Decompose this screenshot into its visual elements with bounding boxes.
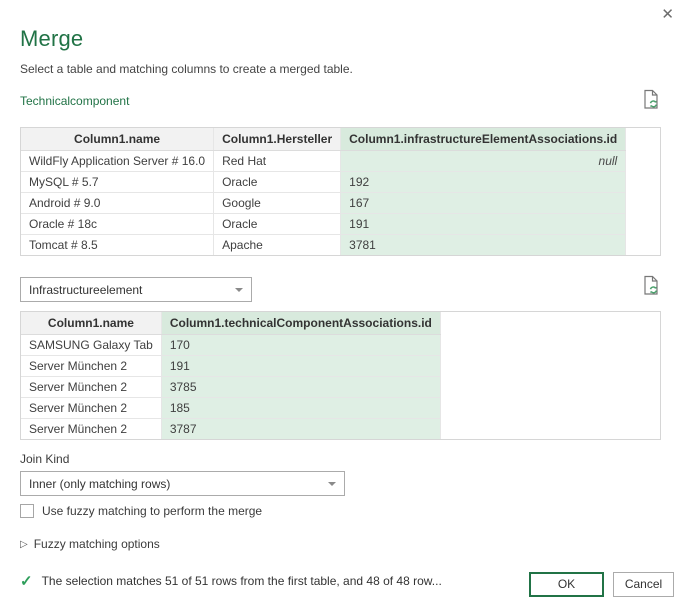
cell[interactable]: Server München 2 — [21, 376, 161, 397]
chevron-down-icon — [328, 482, 336, 486]
selection-status: ✓ The selection matches 51 of 51 rows fr… — [20, 572, 442, 590]
cell[interactable]: 185 — [161, 397, 440, 418]
cell[interactable]: 191 — [341, 213, 626, 234]
fuzzy-matching-row: Use fuzzy matching to perform the merge — [20, 504, 262, 518]
second-table-selector[interactable]: Infrastructureelement — [20, 277, 252, 302]
fuzzy-matching-checkbox-label: Use fuzzy matching to perform the merge — [42, 504, 262, 518]
second-preview-table: Column1.nameColumn1.technicalComponentAs… — [21, 312, 441, 440]
join-kind-select[interactable]: Inner (only matching rows) — [20, 471, 345, 496]
column-header[interactable]: Column1.infrastructureElementAssociation… — [341, 128, 626, 150]
cell[interactable]: Android # 9.0 — [21, 192, 214, 213]
status-text: The selection matches 51 of 51 rows from… — [42, 574, 442, 588]
cell[interactable]: 191 — [161, 355, 440, 376]
fuzzy-options-expander-label: Fuzzy matching options — [34, 537, 160, 551]
cell[interactable]: 3781 — [341, 234, 626, 255]
cell[interactable]: 3787 — [161, 418, 440, 439]
fuzzy-matching-checkbox[interactable] — [20, 504, 34, 518]
table-row: Server München 23787 — [21, 418, 440, 439]
cell[interactable]: Apache — [214, 234, 341, 255]
fuzzy-options-expander[interactable]: ▷ Fuzzy matching options — [20, 537, 160, 551]
table-row: Android # 9.0Google167 — [21, 192, 626, 213]
second-table-grid: Column1.nameColumn1.technicalComponentAs… — [20, 311, 661, 440]
cell[interactable]: MySQL # 5.7 — [21, 171, 214, 192]
expander-triangle-icon: ▷ — [20, 539, 28, 550]
table-row: Tomcat # 8.5Apache3781 — [21, 234, 626, 255]
cell[interactable]: Oracle — [214, 171, 341, 192]
column-header[interactable]: Column1.name — [21, 128, 214, 150]
join-kind-value: Inner (only matching rows) — [29, 477, 170, 491]
table-row: WildFly Application Server # 16.0Red Hat… — [21, 150, 626, 171]
cell[interactable]: null — [341, 150, 626, 171]
table-row: Server München 23785 — [21, 376, 440, 397]
cell[interactable]: WildFly Application Server # 16.0 — [21, 150, 214, 171]
dialog-subtitle: Select a table and matching columns to c… — [20, 62, 353, 76]
table-header-row: Column1.nameColumn1.HerstellerColumn1.in… — [21, 128, 626, 150]
table-row: Server München 2191 — [21, 355, 440, 376]
column-header[interactable]: Column1.technicalComponentAssociations.i… — [161, 312, 440, 334]
cell[interactable]: Tomcat # 8.5 — [21, 234, 214, 255]
cell[interactable]: Google — [214, 192, 341, 213]
ok-button[interactable]: OK — [529, 572, 604, 597]
cell[interactable]: Oracle # 18c — [21, 213, 214, 234]
table-row: Server München 2185 — [21, 397, 440, 418]
table-row: Oracle # 18cOracle191 — [21, 213, 626, 234]
second-table-selector-value: Infrastructureelement — [29, 283, 142, 297]
checkmark-icon: ✓ — [20, 572, 33, 590]
cell[interactable]: 3785 — [161, 376, 440, 397]
merge-dialog: ✕ Merge Select a table and matching colu… — [0, 0, 688, 615]
cell[interactable]: Oracle — [214, 213, 341, 234]
close-icon[interactable]: ✕ — [657, 4, 678, 26]
cell[interactable]: 170 — [161, 334, 440, 355]
cell[interactable]: 192 — [341, 171, 626, 192]
column-header[interactable]: Column1.name — [21, 312, 161, 334]
first-preview-table: Column1.nameColumn1.HerstellerColumn1.in… — [21, 128, 626, 256]
cell[interactable]: Server München 2 — [21, 397, 161, 418]
column-header[interactable]: Column1.Hersteller — [214, 128, 341, 150]
first-table-name-label: Technicalcomponent — [20, 94, 129, 108]
join-kind-label: Join Kind — [20, 452, 69, 466]
page-title: Merge — [20, 26, 83, 52]
cancel-button[interactable]: Cancel — [613, 572, 674, 597]
refresh-preview-icon[interactable] — [643, 89, 660, 110]
table-header-row: Column1.nameColumn1.technicalComponentAs… — [21, 312, 440, 334]
chevron-down-icon — [235, 288, 243, 292]
cell[interactable]: SAMSUNG Galaxy Tab — [21, 334, 161, 355]
cell[interactable]: 167 — [341, 192, 626, 213]
refresh-preview-icon[interactable] — [643, 275, 660, 296]
table-row: SAMSUNG Galaxy Tab170 — [21, 334, 440, 355]
cell[interactable]: Server München 2 — [21, 418, 161, 439]
cell[interactable]: Server München 2 — [21, 355, 161, 376]
first-table-grid: Column1.nameColumn1.HerstellerColumn1.in… — [20, 127, 661, 256]
cell[interactable]: Red Hat — [214, 150, 341, 171]
table-row: MySQL # 5.7Oracle192 — [21, 171, 626, 192]
